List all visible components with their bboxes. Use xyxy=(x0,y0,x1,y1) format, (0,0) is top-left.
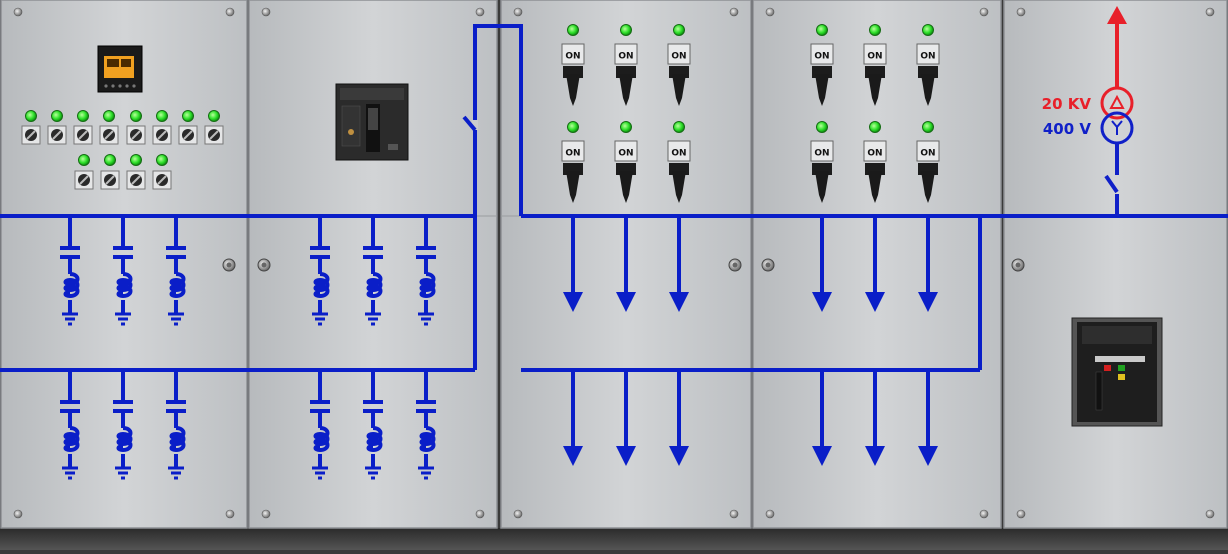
switch-on-label: ON xyxy=(565,52,580,62)
screw xyxy=(13,509,23,519)
screen-digit xyxy=(107,59,119,67)
indicator-lamp-icon xyxy=(620,24,632,36)
indicator-lamp-icon xyxy=(816,121,828,133)
selector-switch[interactable] xyxy=(126,125,146,145)
selector-switch[interactable] xyxy=(204,125,224,145)
screw xyxy=(765,7,775,17)
selector-switch[interactable] xyxy=(99,125,119,145)
screw xyxy=(261,7,271,17)
plinth xyxy=(0,528,1228,550)
moulded-case-circuit-breaker[interactable] xyxy=(335,83,409,161)
indicator-lamp-icon xyxy=(51,110,63,122)
screw xyxy=(513,509,523,519)
screw xyxy=(979,509,989,519)
switch-on-label: ON xyxy=(671,149,686,159)
selector-switch[interactable] xyxy=(21,125,41,145)
indicator-lamp-icon xyxy=(869,121,881,133)
switch-on-label: ON xyxy=(920,52,935,62)
screen-digit xyxy=(121,59,131,67)
indicator-lamp-icon xyxy=(104,154,116,166)
switch-on-label: ON xyxy=(618,149,633,159)
indicator-lamp-icon xyxy=(130,110,142,122)
switch-on-label: ON xyxy=(920,149,935,159)
screw xyxy=(225,509,235,519)
indicator-lamp-icon xyxy=(156,110,168,122)
indicator-lamp-icon xyxy=(130,154,142,166)
indicator-lamp-icon xyxy=(922,121,934,133)
acb-indicator xyxy=(1118,374,1125,380)
acb-on-button[interactable] xyxy=(1118,365,1125,371)
screw xyxy=(475,509,485,519)
controller-key[interactable] xyxy=(104,84,108,88)
door-handle-core xyxy=(765,262,771,268)
switch-on-label: ON xyxy=(867,149,882,159)
mccb-dial[interactable] xyxy=(348,129,354,135)
selector-switch[interactable] xyxy=(47,125,67,145)
selector-switch[interactable] xyxy=(74,170,94,190)
indicator-lamp-icon xyxy=(103,110,115,122)
controller-key[interactable] xyxy=(125,84,129,88)
switch-on-label: ON xyxy=(814,52,829,62)
door-handle-core xyxy=(1015,262,1021,268)
indicator-lamp-icon xyxy=(77,110,89,122)
indicator-lamp-icon xyxy=(208,110,220,122)
selector-switch[interactable] xyxy=(178,125,198,145)
screw xyxy=(729,509,739,519)
indicator-lamp-icon xyxy=(567,121,579,133)
indicator-lamp-icon xyxy=(567,24,579,36)
indicator-lamp-icon xyxy=(620,121,632,133)
mccb-test-button[interactable] xyxy=(388,144,398,150)
screw xyxy=(1205,7,1215,17)
acb-top-panel xyxy=(1082,326,1152,344)
selector-switch[interactable] xyxy=(152,125,172,145)
door-handle-core xyxy=(261,262,267,268)
selector-switch[interactable] xyxy=(126,170,146,190)
acb-label-strip xyxy=(1095,356,1145,362)
switch-on-label: ON xyxy=(814,149,829,159)
power-factor-controller xyxy=(97,45,143,93)
screw xyxy=(1205,509,1215,519)
indicator-lamp-icon xyxy=(816,24,828,36)
screw xyxy=(979,7,989,17)
acb-off-button[interactable] xyxy=(1104,365,1111,371)
screw xyxy=(225,7,235,17)
door-handle-core xyxy=(226,262,232,268)
screw xyxy=(261,509,271,519)
controller-key[interactable] xyxy=(118,84,122,88)
mccb-top xyxy=(340,88,404,100)
mccb-toggle[interactable] xyxy=(368,108,378,130)
indicator-lamp-icon xyxy=(182,110,194,122)
indicator-lamp-icon xyxy=(156,154,168,166)
indicator-lamp-icon xyxy=(673,121,685,133)
indicator-lamp-icon xyxy=(922,24,934,36)
switchboard-diagram: ON ON ON ON ON ON ON ON ON ON ON ON 20 KV 400 V xyxy=(0,0,1228,550)
screw xyxy=(765,509,775,519)
controller-key[interactable] xyxy=(111,84,115,88)
secondary-voltage-label: 400 V xyxy=(1043,120,1092,138)
door-handle-core xyxy=(732,262,738,268)
indicator-lamp-icon xyxy=(25,110,37,122)
screw xyxy=(13,7,23,17)
switch-on-label: ON xyxy=(565,149,580,159)
selector-switch[interactable] xyxy=(100,170,120,190)
selector-switch[interactable] xyxy=(73,125,93,145)
indicator-lamp-icon xyxy=(673,24,685,36)
indicator-lamp-icon xyxy=(78,154,90,166)
screw xyxy=(513,7,523,17)
screw xyxy=(729,7,739,17)
switch-on-label: ON xyxy=(618,52,633,62)
switch-on-label: ON xyxy=(867,52,882,62)
screw xyxy=(475,7,485,17)
primary-voltage-label: 20 KV xyxy=(1042,95,1092,113)
switch-on-label: ON xyxy=(671,52,686,62)
screw xyxy=(1016,7,1026,17)
indicator-lamp-icon xyxy=(869,24,881,36)
air-circuit-breaker[interactable] xyxy=(1071,317,1163,427)
mccb-trip-unit xyxy=(341,105,361,147)
screw xyxy=(1016,509,1026,519)
selector-switch[interactable] xyxy=(152,170,172,190)
controller-key[interactable] xyxy=(132,84,136,88)
acb-charging-handle[interactable] xyxy=(1095,371,1103,411)
